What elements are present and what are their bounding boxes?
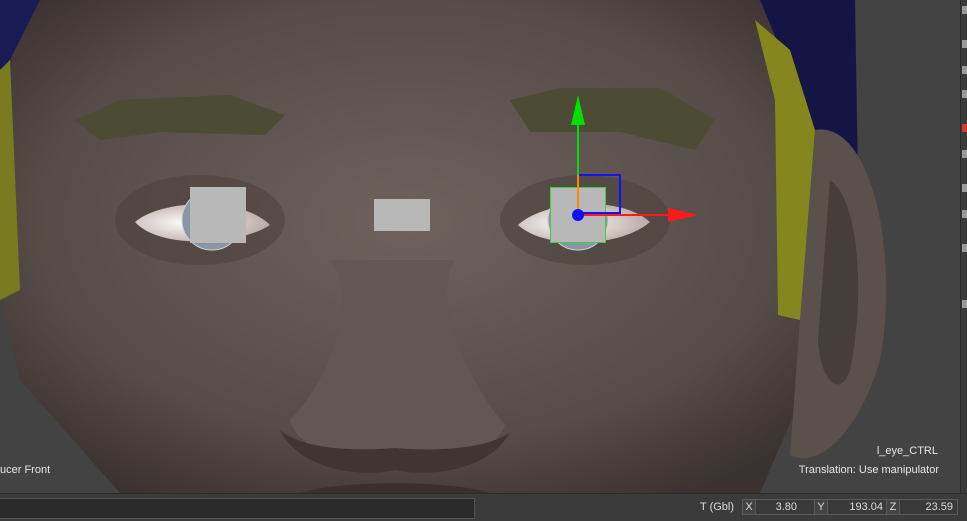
y-value: 193.04 [849,501,883,513]
3d-viewport[interactable]: ucer Front l_eye_CTRL Translation: Use m… [0,0,960,493]
z-field[interactable]: Z 23.59 [886,499,958,515]
shelf-tool-icon[interactable] [962,244,967,252]
eyes-center-ctrl-box[interactable] [374,199,430,231]
head-model-scene [0,0,960,493]
y-label: Y [815,500,828,514]
move-manipulator[interactable] [540,85,710,235]
shelf-tool-icon[interactable] [962,150,967,158]
shelf-tool-icon[interactable] [962,40,967,48]
camera-label: ucer Front [0,464,51,476]
manipulator-center-handle [572,209,584,221]
right-tool-shelf [960,0,967,493]
x-value: 3.80 [775,501,797,513]
shelf-tool-icon[interactable] [962,184,967,192]
x-field[interactable]: X 3.80 [742,499,816,515]
z-value: 23.59 [925,501,953,513]
x-label: X [743,500,756,514]
manipulator-x-arrow [668,208,698,222]
status-bar: T (Gbl) X 3.80 Y 193.04 Z 23.59 [0,493,967,521]
z-label: Z [887,500,900,514]
shelf-tool-icon[interactable] [962,90,967,98]
manipulator-y-arrow [571,95,585,125]
y-field[interactable]: Y 193.04 [814,499,888,515]
shelf-tool-icon[interactable] [962,300,967,308]
command-line-field[interactable] [0,498,475,519]
shelf-tool-icon[interactable] [962,66,967,74]
tool-hint: Translation: Use manipulator [798,464,939,476]
shelf-tool-icon[interactable] [962,6,967,14]
selected-object-name: l_eye_CTRL [876,445,938,457]
transform-mode-label: T (Gbl) [700,501,735,513]
shelf-tool-icon[interactable] [962,124,967,132]
r-eye-ctrl-box[interactable] [190,187,246,243]
manipulator-plane-handle [577,174,621,214]
shelf-tool-icon[interactable] [962,210,967,218]
